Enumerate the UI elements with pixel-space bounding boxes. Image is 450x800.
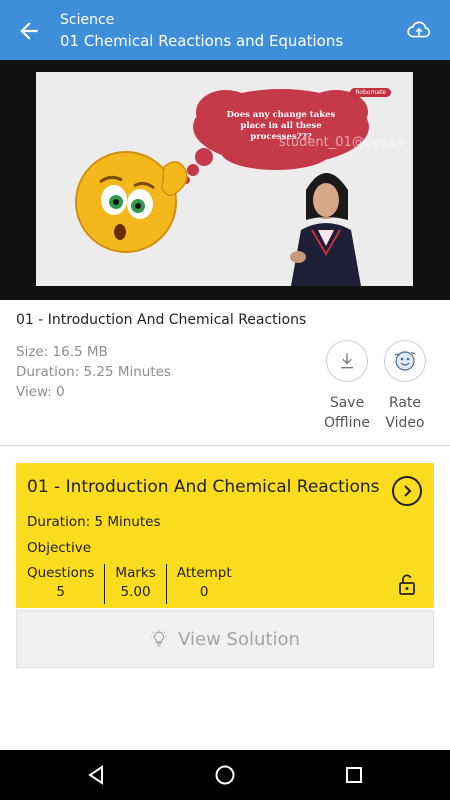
nav-home-icon[interactable] (213, 763, 237, 787)
quiz-attempt-stat: Attempt 0 (165, 564, 242, 604)
unlock-icon (399, 574, 415, 595)
video-label: Video (385, 415, 425, 431)
quiz-marks-stat: Marks 5.00 (104, 564, 165, 604)
save-label: Save (329, 395, 365, 411)
lesson-meta: Size: 16.5 MB Duration: 5.25 Minutes Vie… (16, 342, 171, 402)
quiz-stats: Questions 5 Marks 5.00 Attempt 0 (27, 564, 242, 604)
lesson-title: 01 - Introduction And Chemical Reactions (16, 312, 307, 328)
brand-logo: Robomate (350, 88, 391, 97)
rate-face-icon[interactable] (384, 340, 426, 382)
download-icon[interactable] (326, 340, 368, 382)
confused-emoji-icon (75, 151, 188, 253)
student-watermark: student_01@ceoan (279, 135, 405, 150)
lightbulb-icon (151, 630, 167, 647)
video-thumbnail: Does any change takes place in all these… (75, 89, 369, 286)
nav-recents-icon[interactable] (342, 763, 366, 787)
system-nav-bar (0, 750, 450, 800)
rate-label: Rate (388, 395, 422, 411)
quiz-title: 01 - Introduction And Chemical Reactions (27, 477, 380, 497)
nav-back-icon[interactable] (84, 763, 108, 787)
arrow-left-icon[interactable] (16, 18, 42, 44)
lesson-views: View: 0 (16, 384, 65, 400)
bubble-line-2: place in all these (240, 121, 322, 131)
cloud-sync-icon[interactable] (406, 17, 432, 43)
chevron-right-icon[interactable] (392, 476, 422, 506)
offline-label: Offline (324, 415, 370, 431)
view-solution-button[interactable]: View Solution (16, 610, 434, 668)
quiz-questions-stat: Questions 5 (27, 564, 104, 604)
attempt-label: Attempt (176, 565, 232, 581)
rate-video-label: Rate Video (375, 393, 435, 433)
video-frame[interactable]: Does any change takes place in all these… (36, 72, 413, 286)
rate-video-button[interactable]: Rate Video (375, 340, 435, 433)
lesson-size: Size: 16.5 MB (16, 344, 108, 360)
questions-label: Questions (27, 565, 95, 581)
subject-title: Science (60, 12, 115, 28)
lesson-info: 01 - Introduction And Chemical Reactions… (0, 300, 450, 446)
save-offline-label: Save Offline (317, 393, 377, 433)
bubble-line-1: Does any change takes (227, 110, 336, 120)
video-player[interactable]: Does any change takes place in all these… (0, 60, 450, 300)
marks-value: 5.00 (120, 584, 151, 600)
quiz-type: Objective (27, 540, 92, 556)
app-bar-titles: Science 01 Chemical Reactions and Equati… (60, 10, 343, 52)
view-solution-label: View Solution (178, 628, 300, 650)
quiz-duration: Duration: 5 Minutes (27, 514, 161, 530)
marks-label: Marks (115, 565, 156, 581)
attempt-value: 0 (199, 584, 209, 600)
chapter-title: 01 Chemical Reactions and Equations (60, 32, 344, 50)
questions-value: 5 (56, 584, 65, 600)
app-bar: Science 01 Chemical Reactions and Equati… (0, 0, 450, 60)
lesson-duration: Duration: 5.25 Minutes (16, 364, 171, 380)
save-offline-button[interactable]: Save Offline (317, 340, 377, 433)
quiz-card[interactable]: 01 - Introduction And Chemical Reactions… (16, 463, 434, 608)
presenter-figure (290, 173, 361, 286)
